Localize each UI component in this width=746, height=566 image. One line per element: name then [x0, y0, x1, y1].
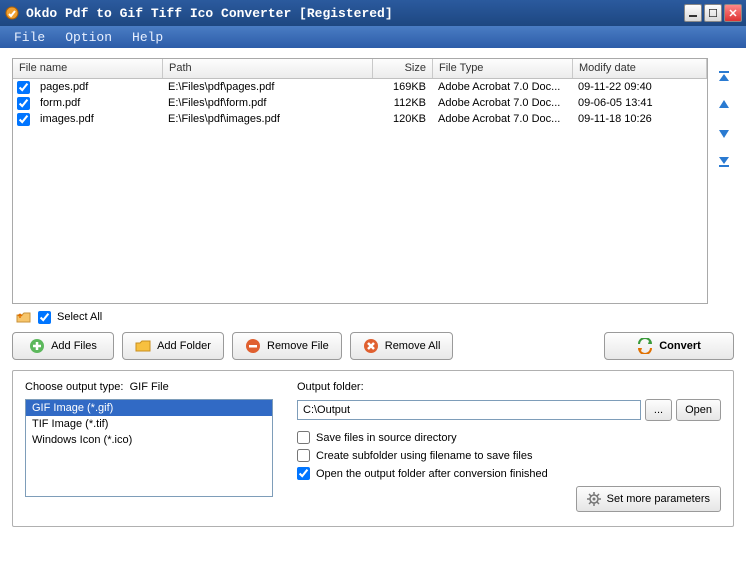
- move-down-icon[interactable]: [717, 126, 731, 140]
- file-table: File name Path Size File Type Modify dat…: [12, 58, 708, 304]
- move-bottom-icon[interactable]: [717, 154, 731, 168]
- cell-type: Adobe Acrobat 7.0 Doc...: [432, 96, 572, 110]
- create-subfolder-row: Create subfolder using filename to save …: [297, 449, 721, 462]
- convert-icon: [637, 338, 653, 354]
- cell-path: E:\Files\pdf\images.pdf: [162, 112, 372, 126]
- add-files-label: Add Files: [51, 340, 97, 352]
- cell-name: images.pdf: [34, 112, 162, 126]
- choose-current: GIF File: [130, 381, 169, 393]
- folder-up-icon[interactable]: [16, 310, 32, 324]
- output-type-item[interactable]: TIF Image (*.tif): [26, 416, 272, 432]
- open-after-row: Open the output folder after conversion …: [297, 467, 721, 480]
- cell-date: 09-11-18 10:26: [572, 112, 707, 126]
- row-checkbox[interactable]: [17, 113, 30, 126]
- cell-size: 112KB: [372, 96, 432, 110]
- close-button[interactable]: [724, 4, 742, 22]
- minimize-button[interactable]: [684, 4, 702, 22]
- col-header-size[interactable]: Size: [373, 59, 433, 78]
- output-folder-row: ... Open: [297, 399, 721, 421]
- move-up-icon[interactable]: [717, 98, 731, 112]
- row-checkbox[interactable]: [17, 97, 30, 110]
- options-panel: Choose output type: GIF File GIF Image (…: [12, 370, 734, 527]
- menu-file[interactable]: File: [6, 28, 53, 47]
- save-source-checkbox[interactable]: [297, 431, 310, 444]
- col-header-type[interactable]: File Type: [433, 59, 573, 78]
- table-body: pages.pdfE:\Files\pdf\pages.pdf169KBAdob…: [13, 79, 707, 127]
- table-row[interactable]: images.pdfE:\Files\pdf\images.pdf120KBAd…: [13, 111, 707, 127]
- cell-path: E:\Files\pdf\pages.pdf: [162, 80, 372, 94]
- remove-all-label: Remove All: [385, 340, 441, 352]
- maximize-button[interactable]: [704, 4, 722, 22]
- output-folder-input[interactable]: [297, 400, 641, 420]
- gear-icon: [587, 492, 601, 506]
- output-type-item[interactable]: GIF Image (*.gif): [26, 400, 272, 416]
- add-folder-button[interactable]: Add Folder: [122, 332, 224, 360]
- set-more-label: Set more parameters: [607, 493, 710, 505]
- create-subfolder-checkbox[interactable]: [297, 449, 310, 462]
- cell-type: Adobe Acrobat 7.0 Doc...: [432, 112, 572, 126]
- titlebar: Okdo Pdf to Gif Tiff Ico Converter [Regi…: [0, 0, 746, 26]
- create-subfolder-label: Create subfolder using filename to save …: [316, 450, 532, 462]
- open-after-label: Open the output folder after conversion …: [316, 468, 548, 480]
- table-row[interactable]: pages.pdfE:\Files\pdf\pages.pdf169KBAdob…: [13, 79, 707, 95]
- choose-output-type-label: Choose output type: GIF File: [25, 381, 273, 393]
- browse-button[interactable]: ...: [645, 399, 672, 421]
- menu-help[interactable]: Help: [124, 28, 171, 47]
- cell-size: 169KB: [372, 80, 432, 94]
- output-folder-label: Output folder:: [297, 381, 721, 393]
- table-header: File name Path Size File Type Modify dat…: [13, 59, 707, 79]
- cell-name: pages.pdf: [34, 80, 162, 94]
- cell-date: 09-11-22 09:40: [572, 80, 707, 94]
- open-button[interactable]: Open: [676, 399, 721, 421]
- app-icon: [4, 5, 20, 21]
- plus-icon: [29, 338, 45, 354]
- table-row[interactable]: form.pdfE:\Files\pdf\form.pdf112KBAdobe …: [13, 95, 707, 111]
- save-source-row: Save files in source directory: [297, 431, 721, 444]
- folder-icon: [135, 338, 151, 354]
- cell-path: E:\Files\pdf\form.pdf: [162, 96, 372, 110]
- action-button-row: Add Files Add Folder Remove File Remove …: [12, 332, 734, 360]
- remove-file-label: Remove File: [267, 340, 329, 352]
- cell-name: form.pdf: [34, 96, 162, 110]
- open-after-checkbox[interactable]: [297, 467, 310, 480]
- cell-date: 09-06-05 13:41: [572, 96, 707, 110]
- save-source-label: Save files in source directory: [316, 432, 457, 444]
- output-type-list[interactable]: GIF Image (*.gif)TIF Image (*.tif)Window…: [25, 399, 273, 497]
- select-all-row: Select All: [16, 310, 734, 324]
- col-header-path[interactable]: Path: [163, 59, 373, 78]
- window-title: Okdo Pdf to Gif Tiff Ico Converter [Regi…: [26, 6, 684, 21]
- cell-type: Adobe Acrobat 7.0 Doc...: [432, 80, 572, 94]
- col-header-date[interactable]: Modify date: [573, 59, 707, 78]
- output-folder-section: Output folder: ... Open Save files in so…: [297, 381, 721, 512]
- remove-all-button[interactable]: Remove All: [350, 332, 454, 360]
- choose-prefix: Choose output type:: [25, 381, 123, 393]
- output-type-item[interactable]: Windows Icon (*.ico): [26, 432, 272, 448]
- cell-size: 120KB: [372, 112, 432, 126]
- window-controls: [684, 4, 742, 22]
- remove-file-button[interactable]: Remove File: [232, 332, 342, 360]
- convert-label: Convert: [659, 340, 701, 352]
- menu-option[interactable]: Option: [57, 28, 120, 47]
- remove-all-icon: [363, 338, 379, 354]
- menubar: File Option Help: [0, 26, 746, 48]
- file-list-area: File name Path Size File Type Modify dat…: [12, 58, 734, 304]
- reorder-arrows: [714, 58, 734, 304]
- convert-button[interactable]: Convert: [604, 332, 734, 360]
- add-files-button[interactable]: Add Files: [12, 332, 114, 360]
- output-type-section: Choose output type: GIF File GIF Image (…: [25, 381, 273, 512]
- minus-icon: [245, 338, 261, 354]
- select-all-checkbox[interactable]: [38, 311, 51, 324]
- select-all-label: Select All: [57, 311, 102, 323]
- add-folder-label: Add Folder: [157, 340, 211, 352]
- move-top-icon[interactable]: [717, 70, 731, 84]
- row-checkbox[interactable]: [17, 81, 30, 94]
- col-header-name[interactable]: File name: [13, 59, 163, 78]
- set-more-parameters-button[interactable]: Set more parameters: [576, 486, 721, 512]
